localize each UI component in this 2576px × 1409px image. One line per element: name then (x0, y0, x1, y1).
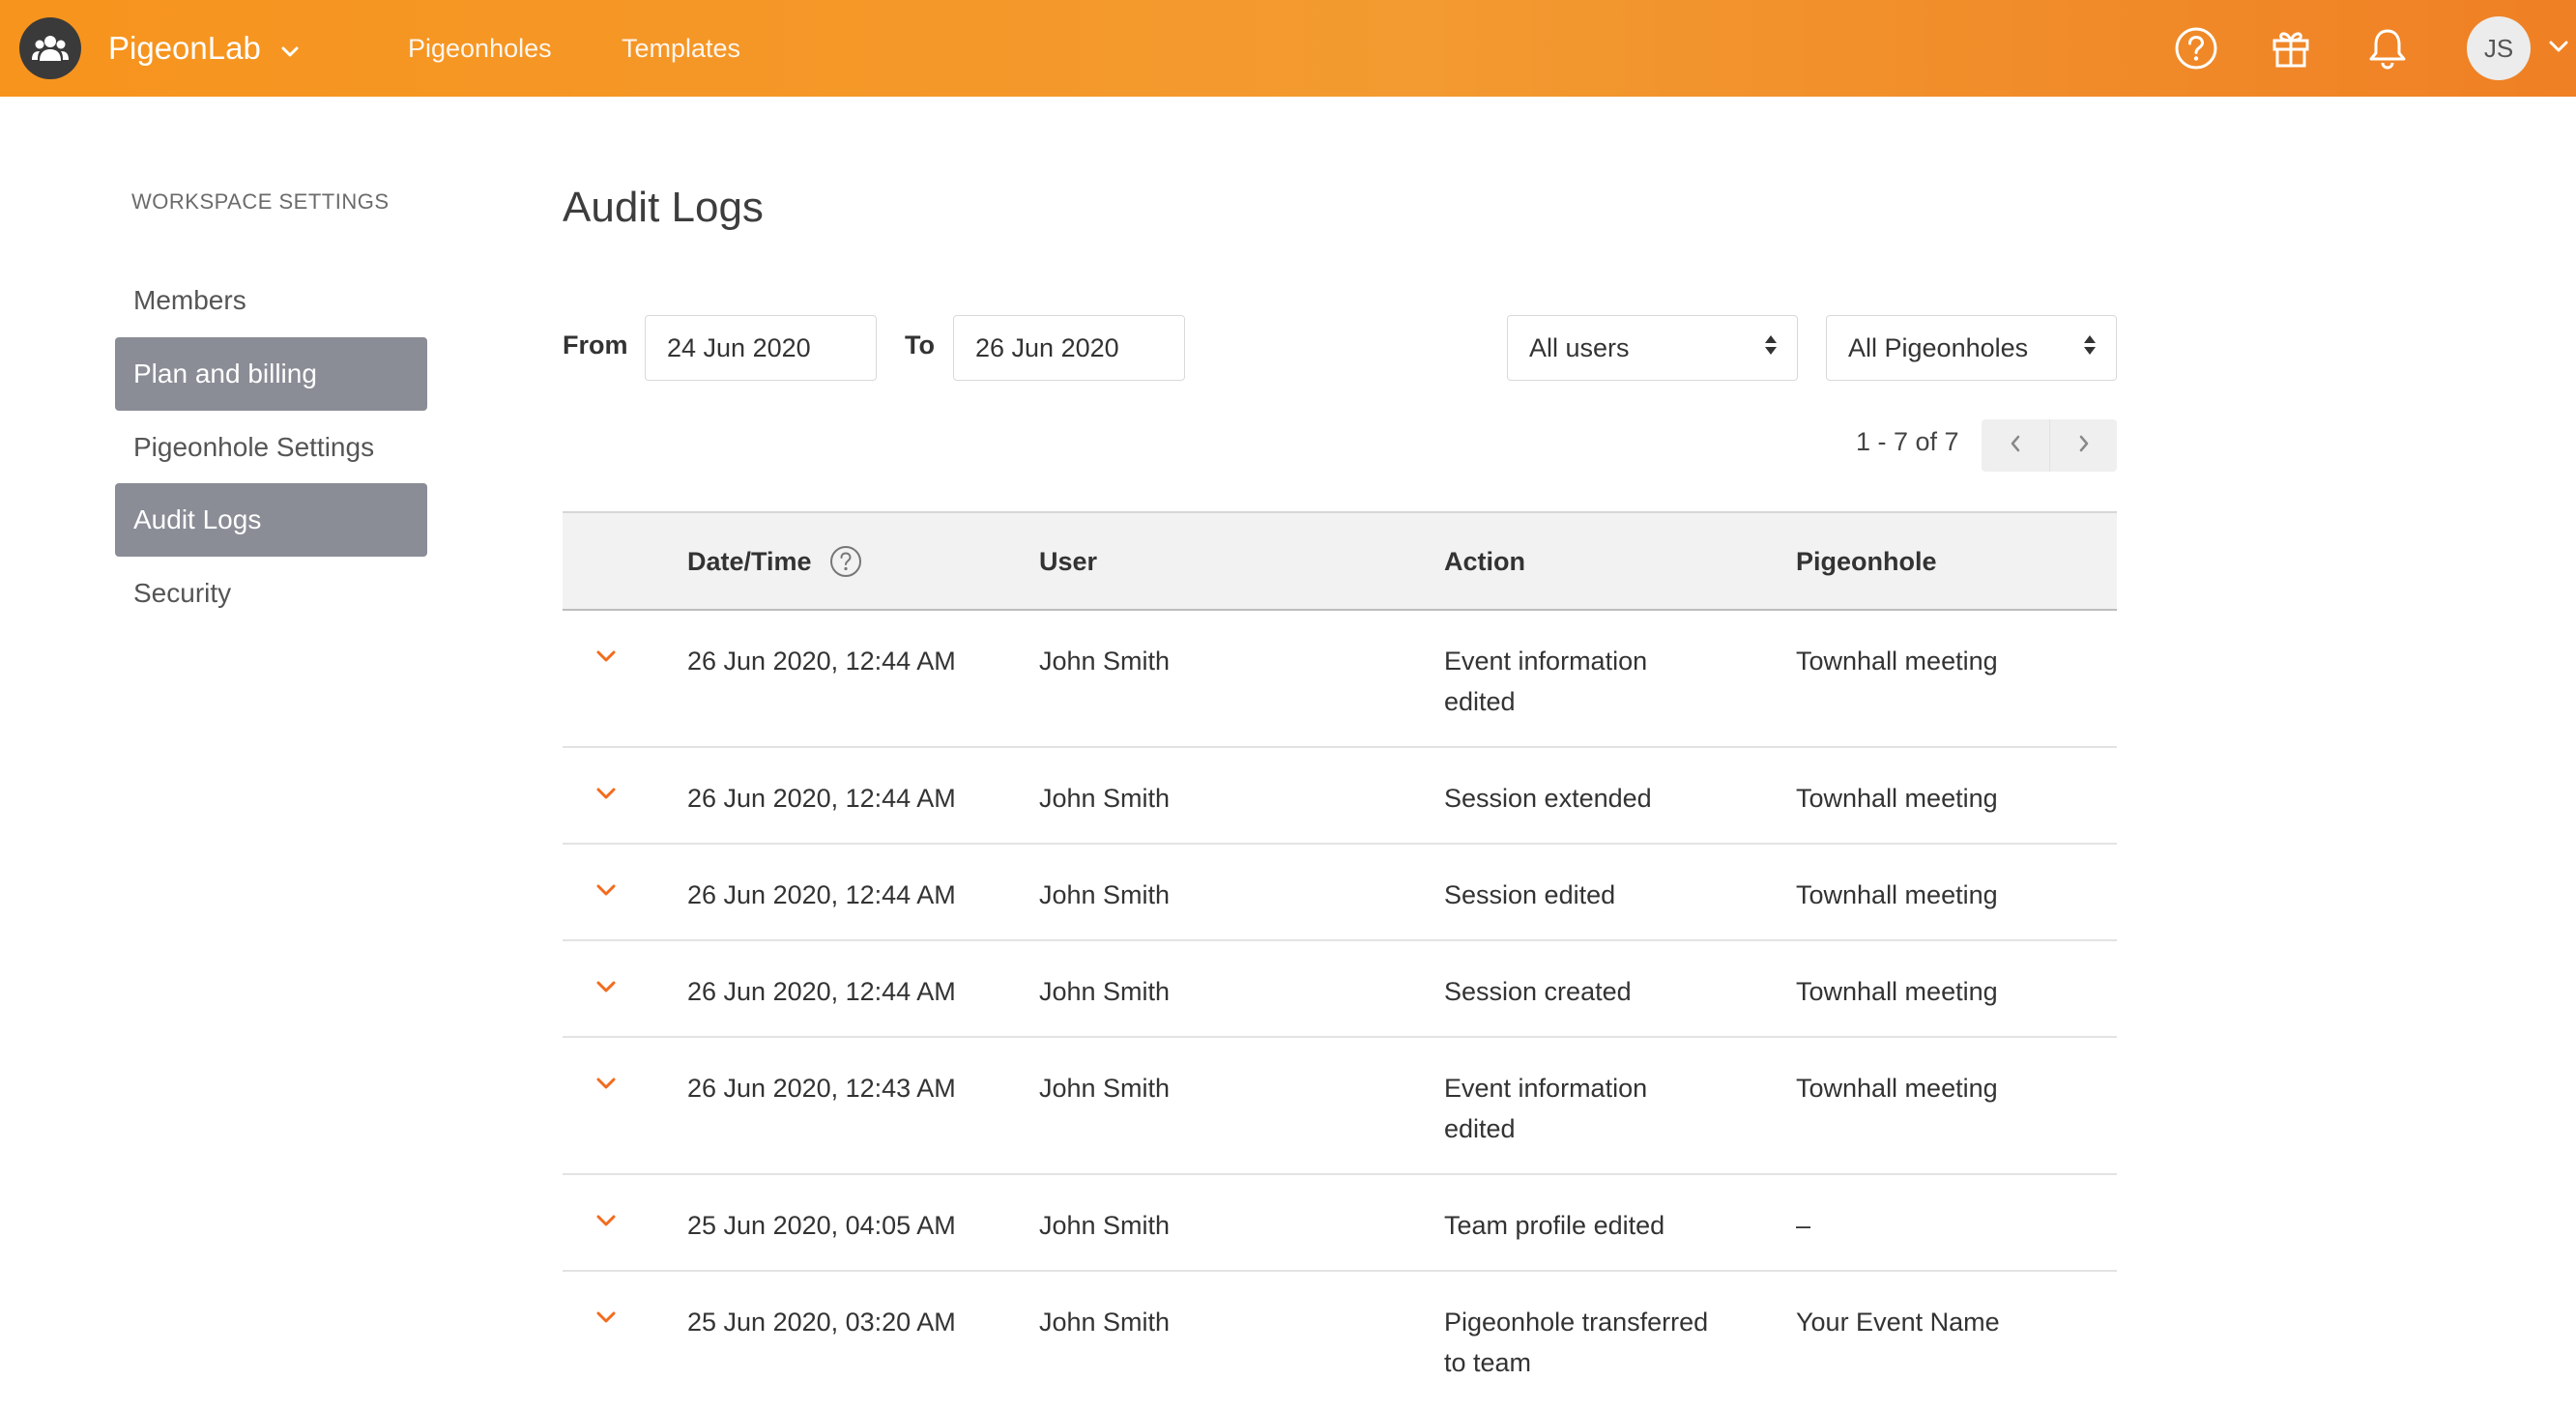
cell-pigeonhole: Townhall meeting (1796, 1074, 1998, 1103)
cell-user: John Smith (1039, 784, 1171, 813)
sidebar-item-label: Pigeonhole Settings (133, 432, 375, 462)
cell-pigeonhole: Townhall meeting (1796, 784, 1998, 813)
cell-datetime: 26 Jun 2020, 12:44 AM (687, 977, 956, 1006)
brand-name: PigeonLab (108, 30, 261, 66)
cell-datetime: 26 Jun 2020, 12:44 AM (687, 647, 956, 676)
cell-action-line: Event information (1444, 647, 1648, 676)
expand-chevron-icon[interactable] (595, 1214, 617, 1232)
next-page-button[interactable] (2049, 419, 2117, 472)
sort-arrows-icon (2083, 333, 2097, 363)
cell-pigeonhole: Townhall meeting (1796, 977, 1998, 1006)
page-title: Audit Logs (563, 184, 764, 231)
cell-user: John Smith (1039, 647, 1171, 676)
column-header-pigeonhole: Pigeonhole (1796, 546, 1937, 576)
cell-pigeonhole: Townhall meeting (1796, 880, 1998, 909)
sidebar-item-plan-and-billing[interactable]: Plan and billing (115, 337, 427, 411)
cell-action-line: Event information (1444, 1074, 1648, 1103)
help-circle-icon[interactable] (829, 545, 862, 578)
prev-page-button[interactable] (1982, 419, 2049, 472)
sidebar-item-security[interactable]: Security (115, 557, 427, 630)
cell-action-line: edited (1444, 687, 1516, 716)
users-select-value: All users (1529, 332, 1630, 362)
cell-datetime: 26 Jun 2020, 12:44 AM (687, 784, 956, 813)
expand-chevron-icon[interactable] (595, 649, 617, 668)
cell-action: Session created (1444, 977, 1632, 1006)
cell-action: Event information edited (1444, 1068, 1647, 1149)
bell-icon[interactable] (2360, 21, 2415, 75)
gift-icon[interactable] (2264, 21, 2318, 75)
pagination-controls (1982, 419, 2117, 472)
pigeonholes-select[interactable]: All Pigeonholes (1826, 315, 2117, 381)
top-navigation-bar: PigeonLab Pigeonholes Templates JS (0, 0, 2576, 97)
chevron-left-icon (2009, 434, 2022, 458)
sidebar-item-label: Security (133, 578, 232, 608)
table-row[interactable]: 25 Jun 2020, 04:05 AM John Smith Team pr… (563, 1175, 2117, 1272)
column-header-datetime: Date/Time (687, 513, 862, 610)
chevron-down-icon (280, 30, 300, 67)
table-row[interactable]: 25 Jun 2020, 03:20 AM John Smith Pigeonh… (563, 1272, 2117, 1409)
cell-action-line: Pigeonhole transferred (1444, 1308, 1709, 1337)
brand-switcher[interactable]: PigeonLab (108, 27, 300, 70)
to-label: To (905, 331, 935, 359)
avatar[interactable]: JS (2467, 16, 2531, 80)
users-select[interactable]: All users (1507, 315, 1798, 381)
pigeonholes-select-value: All Pigeonholes (1848, 332, 2029, 362)
column-header-label: Date/Time (687, 546, 812, 576)
nav-templates[interactable]: Templates (622, 27, 740, 70)
sort-arrows-icon (1764, 333, 1778, 363)
cell-action: Team profile edited (1444, 1211, 1665, 1240)
cell-datetime: 25 Jun 2020, 04:05 AM (687, 1211, 956, 1240)
cell-action: Session edited (1444, 880, 1616, 909)
cell-datetime: 26 Jun 2020, 12:44 AM (687, 880, 956, 909)
sidebar-item-label: Plan and billing (133, 359, 317, 388)
sidebar-item-audit-logs[interactable]: Audit Logs (115, 483, 427, 557)
table-row[interactable]: 26 Jun 2020, 12:43 AM John Smith Event i… (563, 1038, 2117, 1175)
table-row[interactable]: 26 Jun 2020, 12:44 AM John Smith Event i… (563, 611, 2117, 748)
cell-pigeonhole: – (1796, 1211, 1811, 1240)
column-header-user: User (1039, 546, 1098, 576)
cell-datetime: 26 Jun 2020, 12:43 AM (687, 1074, 956, 1103)
sidebar-item-label: Members (133, 285, 246, 315)
cell-action: Session extended (1444, 784, 1652, 813)
sidebar-item-pigeonhole-settings[interactable]: Pigeonhole Settings (115, 411, 427, 484)
from-label: From (563, 331, 628, 359)
expand-chevron-icon[interactable] (595, 1077, 617, 1095)
cell-action-line: to team (1444, 1348, 1532, 1377)
table-row[interactable]: 26 Jun 2020, 12:44 AM John Smith Session… (563, 941, 2117, 1038)
expand-chevron-icon[interactable] (595, 980, 617, 998)
cell-action: Event information edited (1444, 641, 1647, 722)
cell-user: John Smith (1039, 1074, 1171, 1103)
cell-pigeonhole: Your Event Name (1796, 1308, 2000, 1337)
nav-pigeonholes[interactable]: Pigeonholes (408, 27, 552, 70)
cell-user: John Smith (1039, 880, 1171, 909)
cell-user: John Smith (1039, 1308, 1171, 1337)
chevron-down-icon[interactable] (2548, 39, 2569, 59)
expand-chevron-icon[interactable] (595, 1310, 617, 1329)
pagination-summary: 1 - 7 of 7 (1856, 427, 1959, 456)
help-circle-icon[interactable] (2169, 21, 2223, 75)
column-header-action: Action (1444, 546, 1525, 576)
cell-user: John Smith (1039, 1211, 1171, 1240)
expand-chevron-icon[interactable] (595, 787, 617, 805)
to-date-input[interactable] (953, 315, 1185, 381)
cell-datetime: 25 Jun 2020, 03:20 AM (687, 1308, 956, 1337)
cell-action-line: edited (1444, 1114, 1516, 1143)
table-row[interactable]: 26 Jun 2020, 12:44 AM John Smith Session… (563, 845, 2117, 941)
cell-action: Pigeonhole transferred to team (1444, 1302, 1708, 1383)
cell-user: John Smith (1039, 977, 1171, 1006)
audit-log-table: Date/Time User Action Pigeonhole 26 Jun … (563, 511, 2117, 1409)
users-group-icon[interactable] (19, 17, 81, 79)
chevron-right-icon (2077, 434, 2091, 458)
from-date-input[interactable] (645, 315, 877, 381)
sidebar-heading: WORKSPACE SETTINGS (131, 189, 390, 214)
cell-pigeonhole: Townhall meeting (1796, 647, 1998, 676)
table-header: Date/Time User Action Pigeonhole (563, 511, 2117, 611)
expand-chevron-icon[interactable] (595, 883, 617, 902)
sidebar-item-members[interactable]: Members (115, 264, 427, 337)
sidebar-item-label: Audit Logs (133, 504, 262, 534)
table-row[interactable]: 26 Jun 2020, 12:44 AM John Smith Session… (563, 748, 2117, 845)
